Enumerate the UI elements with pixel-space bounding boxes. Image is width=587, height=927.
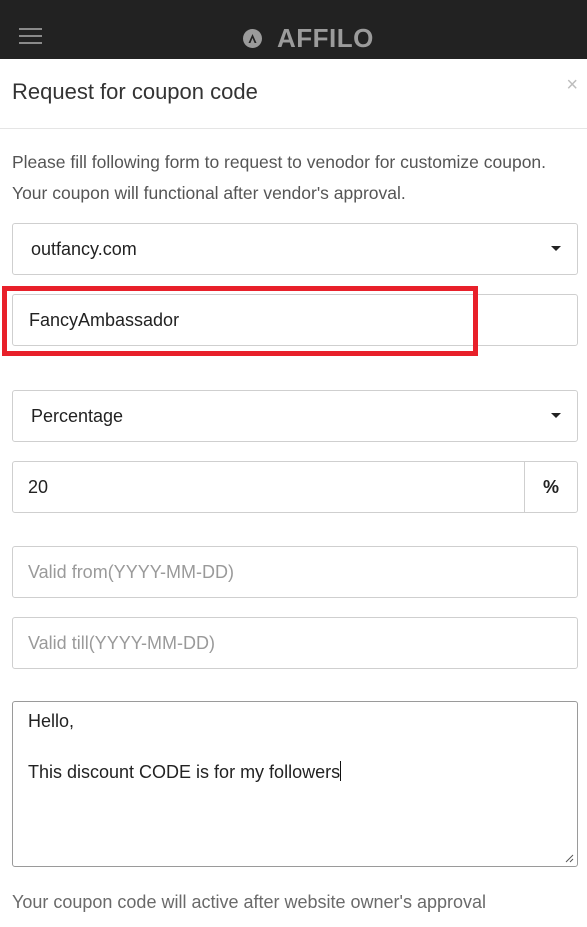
valid-till-placeholder: Valid till(YYYY-MM-DD) xyxy=(28,632,216,653)
modal-header: Request for coupon code × xyxy=(0,59,587,129)
modal-title: Request for coupon code xyxy=(12,79,258,104)
percent-addon: % xyxy=(524,462,577,512)
valid-from-input[interactable]: Valid from(YYYY-MM-DD) xyxy=(12,546,578,598)
message-line-2: This discount CODE is for my followers xyxy=(28,762,341,782)
brand[interactable]: AFFILO xyxy=(243,22,374,54)
valid-from-placeholder: Valid from(YYYY-MM-DD) xyxy=(28,561,235,582)
caret-down-icon xyxy=(551,246,561,251)
close-icon[interactable]: × xyxy=(566,75,578,95)
resize-grip-icon[interactable] xyxy=(564,853,574,863)
hamburger-menu-icon[interactable] xyxy=(19,28,42,45)
brand-name: AFFILO xyxy=(277,22,374,53)
text-cursor xyxy=(340,761,342,781)
valid-till-input[interactable]: Valid till(YYYY-MM-DD) xyxy=(12,617,578,669)
affilo-logo-icon xyxy=(243,28,262,48)
caret-down-icon xyxy=(551,413,561,418)
message-line-1: Hello, xyxy=(28,711,75,731)
approval-note: Your coupon code will active after websi… xyxy=(12,892,487,912)
modal-intro-text: Please fill following form to request to… xyxy=(12,152,547,203)
message-line-2-wrap: This discount CODE is for my followers xyxy=(28,761,342,783)
discount-type-select[interactable]: Percentage xyxy=(12,390,578,442)
vendor-select-value: outfancy.com xyxy=(31,238,137,259)
discount-amount-value: 20 xyxy=(28,476,49,497)
discount-amount-input[interactable]: 20 % xyxy=(12,461,578,513)
highlight-box xyxy=(2,286,478,356)
message-textarea[interactable]: Hello, This discount CODE is for my foll… xyxy=(12,701,578,867)
vendor-select[interactable]: outfancy.com xyxy=(12,223,578,275)
discount-type-value: Percentage xyxy=(31,405,124,426)
top-navbar: AFFILO xyxy=(0,0,587,59)
